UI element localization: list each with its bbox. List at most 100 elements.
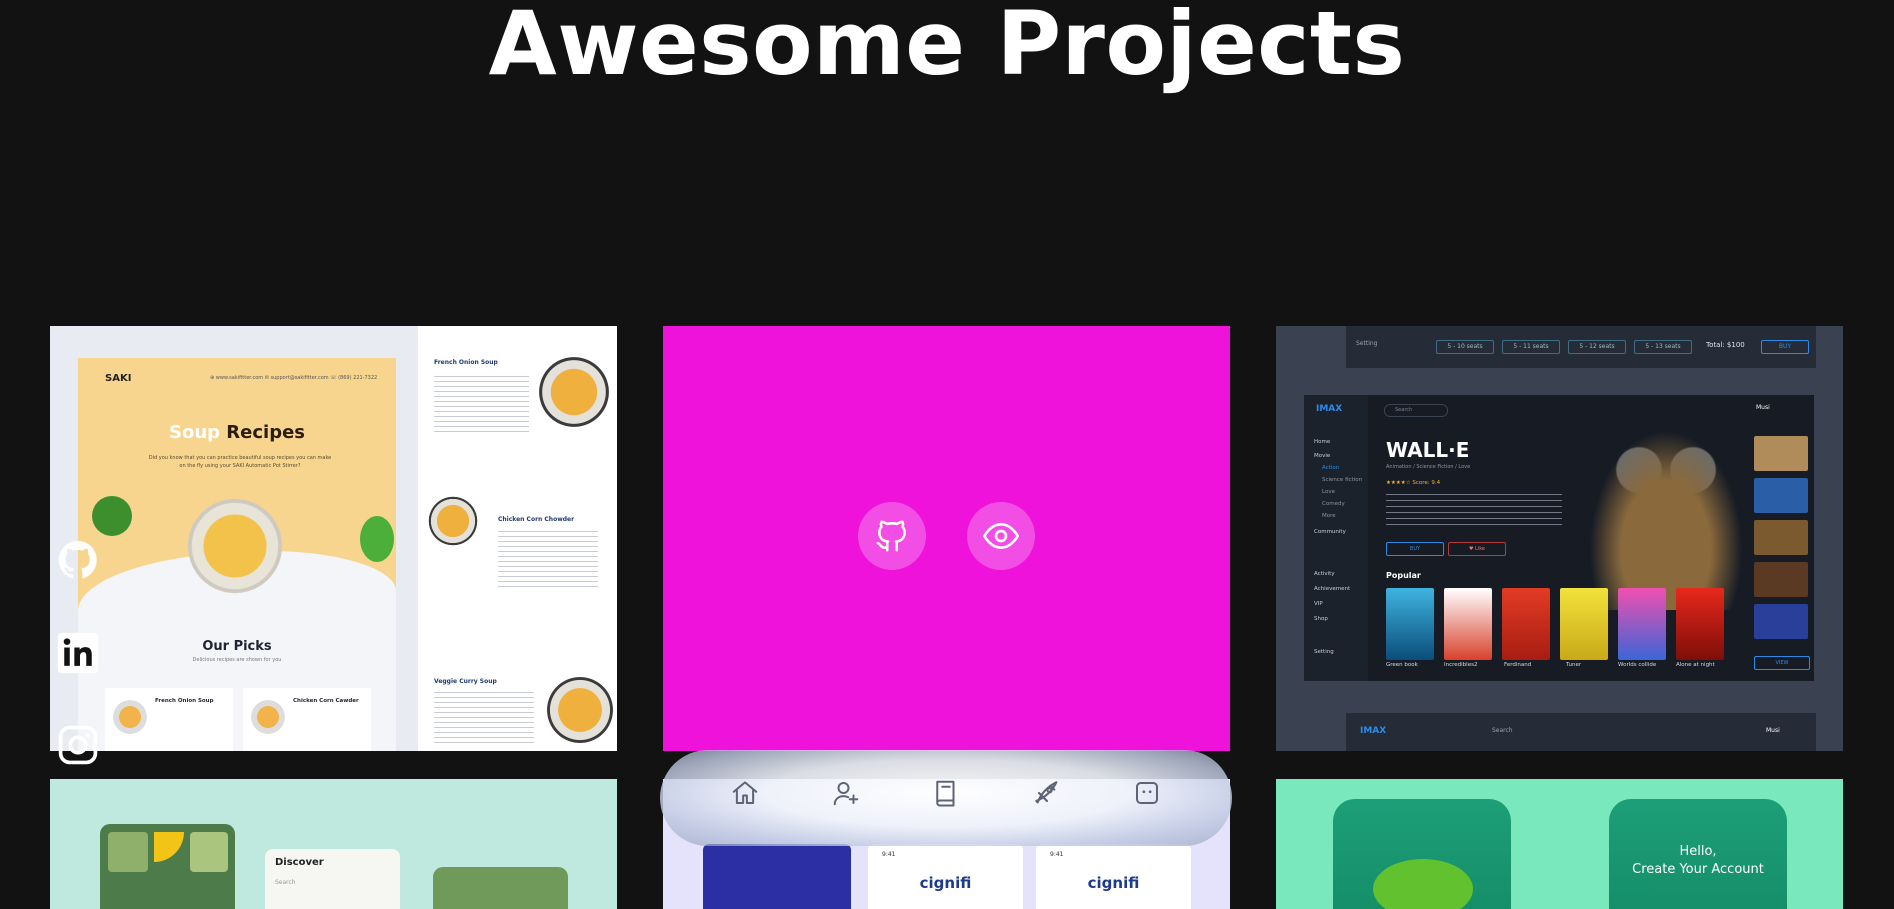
picks-subtitle: Delicious recipes are shown for you <box>192 657 282 663</box>
instagram-social-link[interactable] <box>55 722 101 768</box>
poster-label: Alone at night <box>1676 662 1715 668</box>
seat-chip[interactable]: 5 - 11 seats <box>1502 340 1560 354</box>
phone-screen: 9:41 cignifi <box>1036 844 1191 909</box>
sidebar-item-movie[interactable]: Movie <box>1314 453 1330 459</box>
thumbnail[interactable] <box>1754 478 1808 513</box>
movie-buy-button[interactable]: BUY <box>1386 542 1444 556</box>
soup-heading: Soup Recipes <box>78 422 396 443</box>
pick-bowl-image <box>113 700 147 734</box>
movie-rating: ★★★★☆ Score: 9.4 <box>1386 480 1441 486</box>
github-link-button[interactable] <box>858 502 926 570</box>
soup-bowl-image <box>180 491 290 601</box>
discover-search-input[interactable]: Search <box>275 879 296 886</box>
poster[interactable] <box>1386 588 1434 660</box>
sidebar-item-more[interactable]: More <box>1322 513 1336 519</box>
phone-screen <box>703 844 851 909</box>
phone-screen: 9:41 cignifi <box>868 844 1023 909</box>
project-card-imax[interactable]: Setting 5 - 10 seats 5 - 11 seats 5 - 12… <box>1276 326 1843 751</box>
sidebar-item-action[interactable]: Action <box>1322 465 1339 471</box>
poster[interactable] <box>1444 588 1492 660</box>
soup-heading-main: Recipes <box>226 422 306 443</box>
nav-resume-button[interactable] <box>923 770 969 816</box>
book-icon <box>936 780 955 807</box>
page-title: Awesome Projects <box>488 0 1406 95</box>
seat-chip[interactable]: 5 - 12 seats <box>1568 340 1626 354</box>
sidebar-item-community[interactable]: Community <box>1314 529 1346 535</box>
imax-search-input[interactable]: Search <box>1492 727 1513 734</box>
herb-image <box>92 496 132 536</box>
thumbnail[interactable] <box>1754 604 1808 639</box>
sidebar-item-shop[interactable]: Shop <box>1314 616 1328 622</box>
leaf-tile-image <box>100 824 235 909</box>
user-name: Musi <box>1766 727 1780 734</box>
picks-title: Our Picks <box>202 639 272 654</box>
movie-description <box>1386 494 1562 530</box>
sidebar-item-science-fiction[interactable]: Science fiction <box>1322 477 1362 483</box>
pick-bowl-image <box>251 700 285 734</box>
cignifi-logo: cignifi <box>919 874 972 892</box>
recipe-text <box>434 692 534 747</box>
rocket-icon <box>1035 781 1058 804</box>
imax-sidebar <box>1304 395 1368 681</box>
project-card-soup-recipes[interactable]: SAKI ⊕ www.sakifitter.com ✉ support@saki… <box>50 326 617 751</box>
view-button[interactable]: VIEW <box>1754 656 1810 670</box>
recipe-title: Chicken Corn Chowder <box>498 516 575 523</box>
linkedin-social-link[interactable] <box>55 630 101 676</box>
green-tile-image <box>433 867 568 909</box>
seat-chip[interactable]: 5 - 13 seats <box>1634 340 1692 354</box>
nav-about-button[interactable] <box>823 770 869 816</box>
project-card-highlighted[interactable] <box>663 326 1230 751</box>
greeting-text: Hello, <box>1679 844 1717 859</box>
create-account-heading: Create Your Account <box>1632 862 1764 877</box>
recipe-text <box>498 531 598 591</box>
movie-title: WALL·E <box>1386 438 1470 462</box>
github-social-link[interactable] <box>55 537 101 583</box>
movie-like-button[interactable]: ♥ Like <box>1448 542 1506 556</box>
linkedin-icon <box>57 632 99 674</box>
live-preview-button[interactable] <box>967 502 1035 570</box>
nav-contact-button[interactable] <box>1124 770 1170 816</box>
poster[interactable] <box>1618 588 1666 660</box>
recipe-bowl-image <box>538 356 610 428</box>
sidebar-item-achievement[interactable]: Achievement <box>1314 586 1350 592</box>
thumbnail[interactable] <box>1754 436 1808 471</box>
seat-chip[interactable]: 5 - 10 seats <box>1436 340 1494 354</box>
project-card-garden[interactable]: Discover Search <box>50 779 617 909</box>
poster-label: Green book <box>1386 662 1418 668</box>
recipe-bowl-image <box>546 676 614 744</box>
sidebar-item-vip[interactable]: VIP <box>1314 601 1323 607</box>
create-account-screen: Hello, Create Your Account <box>1609 799 1787 909</box>
poster[interactable] <box>1560 588 1608 660</box>
home-icon <box>732 781 758 804</box>
poster[interactable] <box>1502 588 1550 660</box>
github-icon <box>58 540 97 579</box>
total-price: Total: $100 <box>1706 341 1745 349</box>
sidebar-item-home[interactable]: Home <box>1314 439 1330 445</box>
plant-screen <box>1333 799 1511 909</box>
thumbnail[interactable] <box>1754 562 1808 597</box>
phone-time: 9:41 <box>882 851 896 858</box>
bottom-navigation-bar <box>660 750 1232 846</box>
nav-projects-button[interactable] <box>1024 770 1070 816</box>
soup-subtitle: Did you know that you can practice beaut… <box>148 455 332 469</box>
instagram-icon <box>58 725 98 765</box>
nav-home-button[interactable] <box>722 770 768 816</box>
walle-hero-image <box>1576 410 1756 610</box>
discover-card: Discover Search <box>265 849 400 909</box>
movie-genre: Animation / Science Fiction / Love <box>1386 464 1471 470</box>
imax-search-input[interactable]: Search <box>1384 404 1448 417</box>
project-card-plants[interactable]: Hello, Create Your Account <box>1276 779 1843 909</box>
sidebar-item-comedy[interactable]: Comedy <box>1322 501 1345 507</box>
sidebar-item-setting[interactable]: Setting <box>1314 649 1334 655</box>
pick-name: French Onion Soup <box>155 698 214 704</box>
sidebar-item-activity[interactable]: Activity <box>1314 571 1335 577</box>
user-plus-icon <box>833 782 859 806</box>
buy-button[interactable]: BUY <box>1761 340 1809 354</box>
poster[interactable] <box>1676 588 1724 660</box>
imax-logo: IMAX <box>1316 404 1343 414</box>
pick-card: Chicken Corn Cawder <box>243 688 371 751</box>
soup-contacts: ⊕ www.sakifitter.com ✉ support@sakifitte… <box>210 375 378 381</box>
thumbnail[interactable] <box>1754 520 1808 555</box>
soup-heading-accent: Soup <box>168 422 221 443</box>
sidebar-item-love[interactable]: Love <box>1322 489 1335 495</box>
